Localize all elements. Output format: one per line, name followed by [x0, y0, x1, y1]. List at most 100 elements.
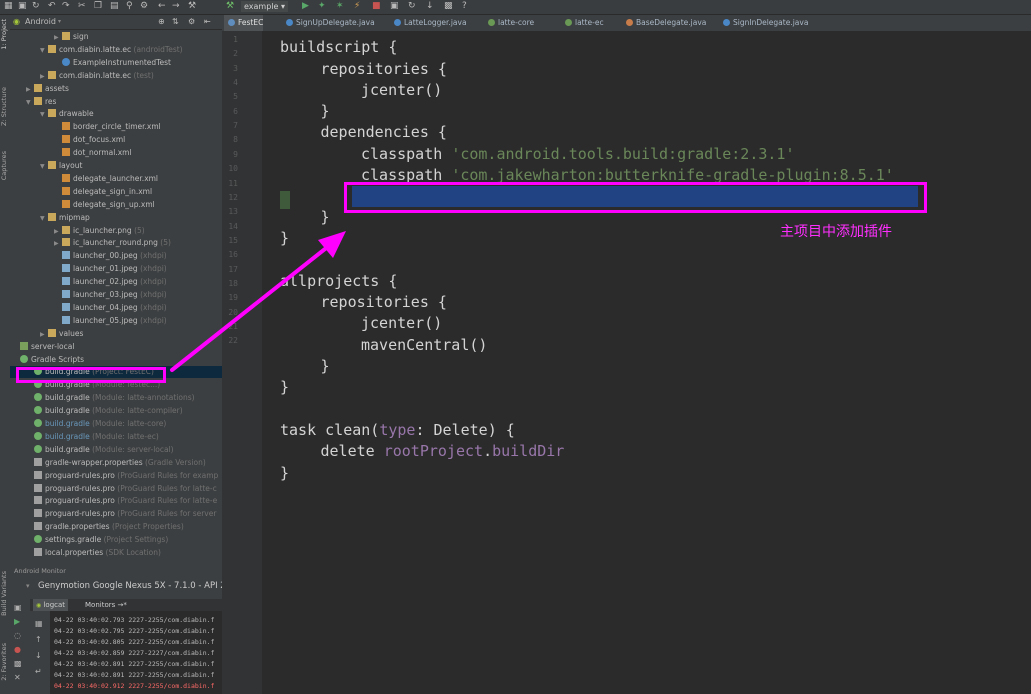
tree-item[interactable]: proguard-rules.pro (ProGuard Rules for s… — [10, 508, 222, 520]
forward-icon[interactable]: → — [172, 1, 180, 12]
tab-lattelogger-java[interactable]: LatteLogger.java — [390, 15, 467, 31]
cut-icon[interactable]: ✂ — [78, 1, 86, 12]
tree-item[interactable]: build.gradle (Module: latte-annotations) — [10, 392, 222, 404]
tab-latte-ec[interactable]: latte-ec — [561, 15, 604, 31]
back-icon[interactable]: ← — [158, 1, 166, 12]
tree-item[interactable]: border_circle_timer.xml — [10, 121, 222, 133]
code-line[interactable]: } — [280, 228, 289, 248]
code-line[interactable]: } — [321, 101, 330, 121]
expand-arrow-icon[interactable]: ▶ — [26, 84, 34, 96]
make-icon[interactable]: ⚒ — [188, 1, 196, 12]
sync-icon[interactable]: ↻ — [32, 1, 40, 12]
side-tab-captures[interactable]: Captures — [0, 151, 10, 180]
tree-item[interactable]: delegate_sign_up.xml — [10, 199, 222, 211]
side-tab-favorites[interactable]: 2: Favorites — [0, 643, 10, 681]
tree-item[interactable]: ▼ drawable — [10, 108, 222, 120]
save-icon[interactable]: ▣ — [18, 1, 27, 12]
bug-icon[interactable]: ◌ — [14, 631, 21, 640]
attach-debugger-icon[interactable]: ✶ — [336, 1, 344, 12]
tree-item[interactable]: ▶ ic_launcher_round.png (5) — [10, 237, 222, 249]
side-tab-structure[interactable]: Z: Structure — [0, 87, 10, 126]
code-line[interactable]: delete rootProject.buildDir — [321, 441, 565, 461]
project-view-selector[interactable]: Android — [25, 15, 56, 29]
camera-icon[interactable]: ▣ — [14, 603, 22, 612]
stop-icon[interactable]: ■ — [372, 1, 381, 12]
sdk-manager-icon[interactable]: ↓ — [426, 1, 434, 12]
android-device-monitor-icon[interactable]: ▩ — [444, 1, 453, 12]
tree-item[interactable]: ▶ ic_launcher.png (5) — [10, 225, 222, 237]
replace-icon[interactable]: ⚙ — [140, 1, 148, 12]
avd-manager-icon[interactable]: ▣ — [390, 1, 399, 12]
expand-arrow-icon[interactable]: ▼ — [40, 45, 48, 57]
code-line[interactable]: task clean(type: Delete) { — [280, 420, 515, 440]
tree-item[interactable]: settings.gradle (Project Settings) — [10, 534, 222, 546]
help-icon[interactable]: ? — [462, 1, 467, 12]
tree-item[interactable]: build.gradle (Module: latte-core) — [10, 418, 222, 430]
tree-item[interactable]: dot_normal.xml — [10, 147, 222, 159]
expand-arrow-icon[interactable]: ▼ — [26, 97, 34, 109]
stop-icon[interactable]: ● — [14, 645, 21, 654]
scroll-up-icon[interactable]: ↑ — [35, 635, 42, 644]
expand-arrow-icon[interactable]: ▶ — [54, 226, 62, 238]
side-tab-project[interactable]: 1: Project — [0, 19, 10, 50]
instant-run-icon[interactable]: ⚡ — [354, 1, 360, 12]
run-icon[interactable]: ▶ — [302, 1, 309, 12]
code-line[interactable]: } — [321, 356, 330, 376]
run-icon[interactable]: ▶ — [14, 617, 20, 626]
run-config-dropdown[interactable]: example ▾ — [241, 1, 288, 12]
code-line[interactable]: } — [280, 463, 289, 483]
tree-item[interactable]: launcher_05.jpeg (xhdpi) — [10, 315, 222, 327]
tab-monitors[interactable]: Monitors →* — [85, 599, 127, 611]
build-hammer-icon[interactable]: ⚒ — [226, 1, 234, 12]
tree-item[interactable]: launcher_00.jpeg (xhdpi) — [10, 250, 222, 262]
trash-icon[interactable]: ▦ — [35, 619, 43, 628]
code-line[interactable]: classpath 'com.android.tools.build:gradl… — [361, 144, 794, 164]
tree-item[interactable]: ▼ res — [10, 96, 222, 108]
tree-item[interactable]: launcher_03.jpeg (xhdpi) — [10, 289, 222, 301]
gear-icon[interactable]: ⚙ — [188, 15, 195, 29]
find-icon[interactable]: ⚲ — [126, 1, 133, 12]
expand-arrow-icon[interactable]: ▶ — [54, 32, 62, 44]
code-line[interactable]: buildscript { — [280, 37, 397, 57]
tree-item[interactable]: launcher_01.jpeg (xhdpi) — [10, 263, 222, 275]
chevron-down-icon[interactable]: ▾ — [58, 15, 61, 29]
tree-item[interactable]: ▼ com.diabin.latte.ec (androidTest) — [10, 44, 222, 56]
code-line[interactable]: jcenter() — [361, 313, 442, 333]
tab-basedelegate-java[interactable]: BaseDelegate.java — [622, 15, 706, 31]
code-line[interactable]: dependencies { — [321, 122, 447, 142]
tree-item[interactable]: delegate_launcher.xml — [10, 173, 222, 185]
tree-item[interactable]: server-local — [10, 341, 222, 353]
tree-item[interactable]: local.properties (SDK Location) — [10, 547, 222, 559]
open-icon[interactable]: ▦ — [4, 1, 13, 12]
wrap-icon[interactable]: ↵ — [35, 667, 42, 676]
tree-item[interactable]: ▼ mipmap — [10, 212, 222, 224]
code-editor[interactable]: buildscript {repositories {jcenter()} dep… — [262, 31, 1031, 694]
tree-item[interactable]: ▶ assets — [10, 83, 222, 95]
tree-item[interactable]: ExampleInstrumentedTest — [10, 57, 222, 69]
tree-item[interactable]: gradle-wrapper.properties (Gradle Versio… — [10, 457, 222, 469]
scroll-down-icon[interactable]: ↓ — [35, 651, 42, 660]
tab-festec[interactable]: FestEC — [224, 15, 264, 31]
code-line[interactable]: mavenCentral() — [361, 335, 487, 355]
expand-arrow-icon[interactable]: ▼ — [40, 213, 48, 225]
tree-item[interactable]: proguard-rules.pro (ProGuard Rules for l… — [10, 483, 222, 495]
expand-arrow-icon[interactable]: ▶ — [40, 329, 48, 341]
code-line[interactable]: } — [280, 377, 289, 397]
tab-signindelegate-java[interactable]: SignInDelegate.java — [719, 15, 808, 31]
code-line[interactable]: } — [321, 207, 330, 227]
tree-item[interactable]: proguard-rules.pro (ProGuard Rules for e… — [10, 470, 222, 482]
tree-item[interactable]: launcher_02.jpeg (xhdpi) — [10, 276, 222, 288]
paste-icon[interactable]: ▤ — [110, 1, 119, 12]
copy-icon[interactable]: ❐ — [94, 1, 102, 12]
code-line[interactable]: repositories { — [321, 292, 447, 312]
tree-item[interactable]: gradle.properties (Project Properties) — [10, 521, 222, 533]
expand-arrow-icon[interactable]: ▶ — [54, 238, 62, 250]
hide-panel-icon[interactable]: ⇤ — [204, 15, 211, 29]
code-line[interactable]: repositories { — [321, 59, 447, 79]
tab-latte-core[interactable]: latte-core — [484, 15, 534, 31]
tab-signupdelegate-java[interactable]: SignUpDelegate.java — [282, 15, 375, 31]
scroll-from-source-icon[interactable]: ⊕ — [158, 15, 165, 29]
tree-item[interactable]: ▶ com.diabin.latte.ec (test) — [10, 70, 222, 82]
chevron-down-icon[interactable]: ▾ — [26, 578, 30, 594]
collapse-all-icon[interactable]: ⇅ — [172, 15, 179, 29]
